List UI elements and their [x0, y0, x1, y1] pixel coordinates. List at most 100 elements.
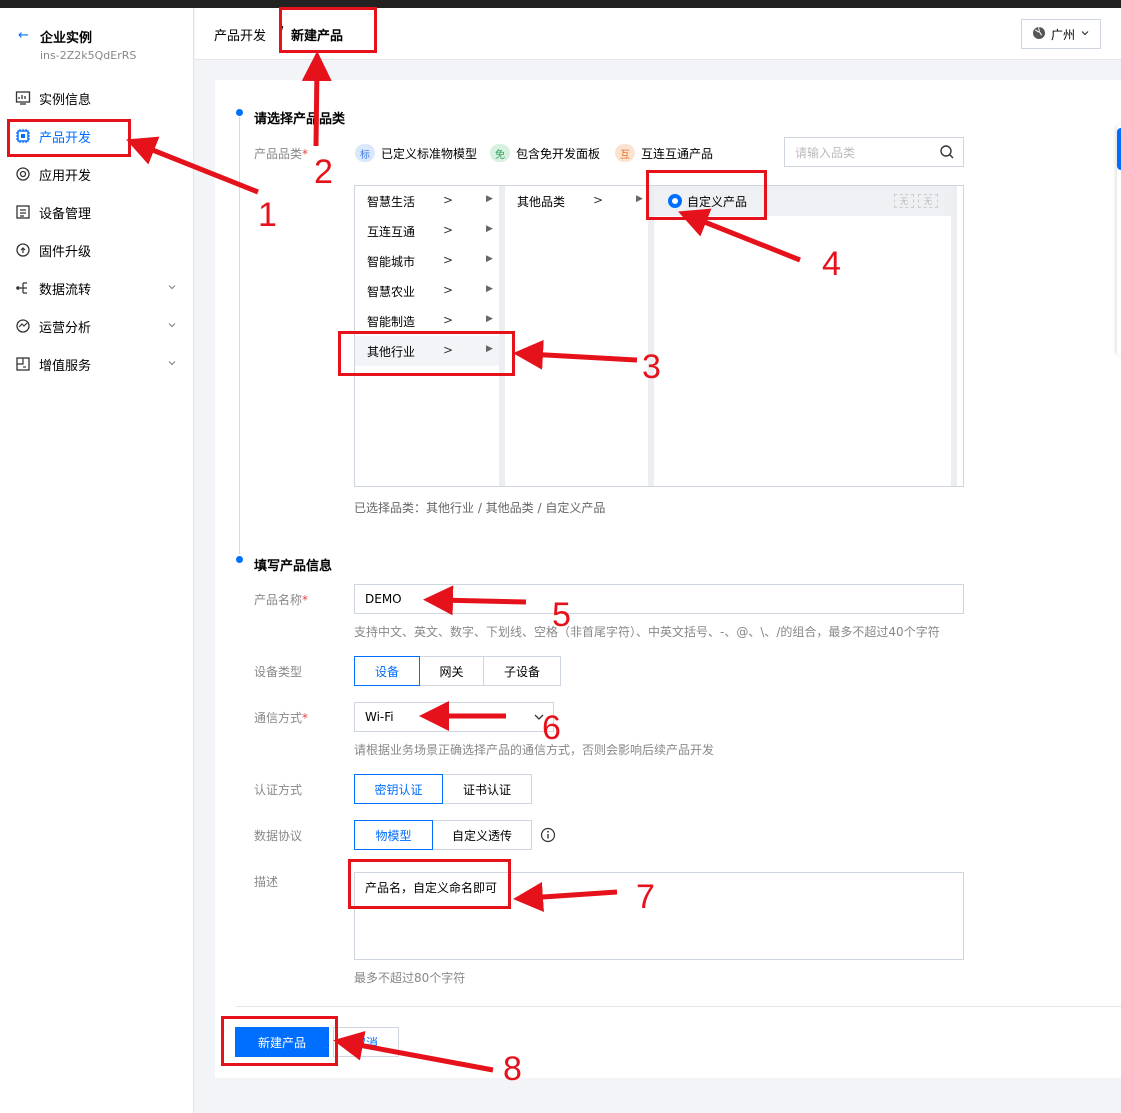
- industry-item[interactable]: 智慧农业 > ▶: [355, 276, 499, 306]
- chevron-down-icon: [167, 281, 177, 296]
- product-name-hint: 支持中文、英文、数字、下划线、空格（非首尾字符）、中英文括号、-、@、\、/的组…: [354, 625, 940, 639]
- legend-text: 互连互通产品: [641, 146, 714, 161]
- comm-label: 通信方式*: [254, 711, 309, 725]
- cascader-column-product: 自定义产品 无 无: [654, 186, 957, 486]
- desc-label: 描述: [254, 875, 279, 889]
- comm-select[interactable]: Wi-Fi: [354, 702, 554, 732]
- product-name-value: DEMO: [365, 592, 402, 606]
- region-selector[interactable]: 广州: [1021, 19, 1101, 49]
- protocol-custom-passthrough[interactable]: 自定义透传: [432, 820, 532, 850]
- annotation-number: 4: [822, 245, 841, 283]
- breadcrumb-parent[interactable]: 产品开发: [214, 25, 266, 44]
- legend-interop: 互 互连互通产品: [615, 144, 713, 162]
- chevron-down-icon: [167, 319, 177, 334]
- comm-hint: 请根据业务场景正确选择产品的通信方式，否则会影响后续产品开发: [354, 743, 715, 757]
- device-type-label: 设备类型: [254, 665, 303, 679]
- interop-tag-icon: 互: [615, 144, 635, 162]
- side-panel-tab[interactable]: [1117, 128, 1121, 170]
- sidebar-item-instance-info[interactable]: 实例信息: [0, 83, 193, 113]
- chevron-down-icon: [167, 357, 177, 372]
- back-arrow-icon[interactable]: ←: [18, 28, 29, 43]
- device-type-device[interactable]: 设备: [354, 656, 420, 686]
- chart-icon: [14, 317, 32, 335]
- sidebar-item-device-mgmt[interactable]: 设备管理: [0, 197, 193, 227]
- search-icon[interactable]: [939, 144, 955, 163]
- list-icon: [14, 203, 32, 221]
- auth-label: 认证方式: [254, 783, 303, 797]
- annotation-number: 6: [542, 709, 561, 747]
- highlight-box: [279, 7, 377, 53]
- annotation-number: 1: [258, 196, 277, 234]
- step-dot: [236, 556, 243, 563]
- free-tag-icon: 免: [490, 144, 510, 162]
- product-name-label: 产品名称*: [254, 593, 309, 607]
- step-dot: [236, 109, 243, 116]
- legend-text: 已定义标准物模型: [381, 146, 478, 161]
- sidebar-item-app-dev[interactable]: 应用开发: [0, 159, 193, 189]
- highlight-box: [646, 170, 767, 220]
- auth-certificate[interactable]: 证书认证: [442, 774, 532, 804]
- sidebar-item-firmware[interactable]: 固件升级: [0, 235, 193, 265]
- legend-free-panel: 免 包含免开发面板: [490, 144, 600, 162]
- protocol-segment: 物模型 自定义透传: [354, 820, 532, 850]
- legend-text: 包含免开发面板: [516, 146, 601, 161]
- top-strip: [0, 0, 1121, 8]
- product-name-input[interactable]: DEMO: [354, 584, 964, 614]
- protocol-label: 数据协议: [254, 829, 303, 843]
- refresh-icon: [14, 241, 32, 259]
- device-type-gateway[interactable]: 网关: [419, 656, 484, 686]
- chevron-down-icon: [1080, 27, 1090, 41]
- selected-category-path: 已选择品类：其他行业 / 其他品类 / 自定义产品: [354, 501, 606, 515]
- category-search-input[interactable]: 请输入品类: [784, 137, 964, 167]
- cascader-column-category: 其他品类 > ▶: [505, 186, 649, 486]
- standard-tag-icon: 标: [355, 144, 375, 162]
- annotation-number: 2: [314, 153, 333, 191]
- sidebar-item-value-added[interactable]: 增值服务: [0, 349, 193, 379]
- sidebar-item-analytics[interactable]: 运营分析: [0, 311, 193, 341]
- sidebar: ← 企业实例 ins-2Z2k5QdErRS 实例信息 产品开发 应用开发 设备…: [0, 8, 194, 1113]
- industry-item[interactable]: 智能城市 > ▶: [355, 246, 499, 276]
- cascader-scrollbar[interactable]: [951, 186, 957, 486]
- mini-button[interactable]: 无: [918, 194, 938, 208]
- auth-segment: 密钥认证 证书认证: [354, 774, 532, 804]
- step1-title: 请选择产品品类: [254, 112, 346, 127]
- search-placeholder: 请输入品类: [795, 145, 856, 160]
- footer-divider: [236, 1006, 1121, 1007]
- sidebar-item-data-flow[interactable]: 数据流转: [0, 273, 193, 303]
- region-label: 广州: [1051, 27, 1076, 42]
- industry-item[interactable]: 智慧生活 > ▶: [355, 186, 499, 216]
- highlight-box: [338, 331, 515, 376]
- protocol-thing-model[interactable]: 物模型: [354, 820, 433, 850]
- cancel-button[interactable]: 取消: [333, 1027, 399, 1057]
- sidebar-item-label: 应用开发: [39, 168, 92, 184]
- target-icon: [14, 165, 32, 183]
- annotation-number: 7: [636, 878, 655, 916]
- globe-icon: [1032, 26, 1046, 43]
- industry-item[interactable]: 互连互通 > ▶: [355, 216, 499, 246]
- device-type-subdevice[interactable]: 子设备: [483, 656, 561, 686]
- sidebar-item-label: 增值服务: [39, 358, 92, 374]
- highlight-box: [221, 1016, 338, 1066]
- category-item[interactable]: 其他品类 > ▶: [505, 186, 649, 216]
- auth-secret-key[interactable]: 密钥认证: [354, 774, 443, 804]
- info-icon[interactable]: [540, 827, 556, 846]
- highlight-box: [7, 119, 131, 157]
- comm-value: Wi-Fi: [365, 710, 394, 724]
- instance-id: ins-2Z2k5QdErRS: [40, 49, 137, 62]
- category-label: 产品品类*: [254, 147, 309, 161]
- flow-icon: [14, 279, 32, 297]
- monitor-icon: [14, 89, 32, 107]
- annotation-number: 3: [642, 348, 661, 386]
- desc-hint: 最多不超过80个字符: [354, 971, 466, 985]
- annotation-number: 5: [552, 596, 571, 634]
- sidebar-item-label: 固件升级: [39, 244, 92, 260]
- step2-title: 填写产品信息: [254, 559, 333, 574]
- mini-buttons: 无 无: [894, 194, 938, 208]
- instance-title: 企业实例: [40, 31, 93, 46]
- sidebar-item-label: 数据流转: [39, 282, 92, 298]
- sidebar-item-label: 设备管理: [39, 206, 92, 222]
- mini-button[interactable]: 无: [894, 194, 914, 208]
- sidebar-item-label: 实例信息: [39, 92, 92, 108]
- step-line: [239, 117, 240, 554]
- annotation-number: 8: [503, 1050, 522, 1088]
